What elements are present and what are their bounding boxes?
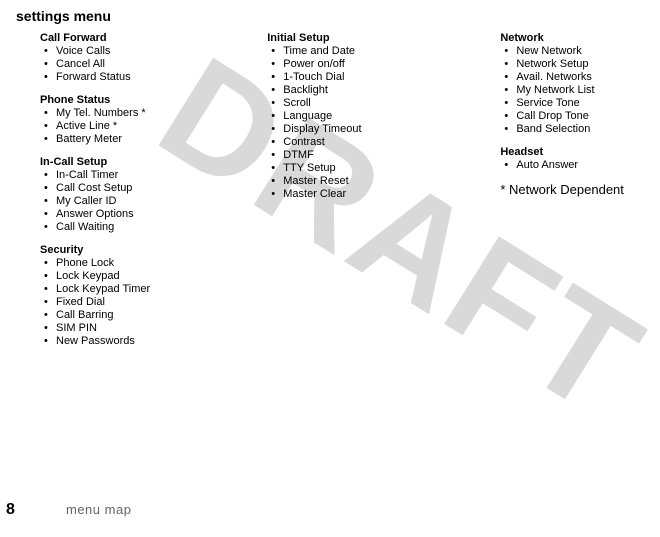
section-security: Security Phone Lock Lock Keypad Lock Key…	[40, 244, 267, 348]
list-item: Avail. Networks	[516, 71, 646, 84]
footnote: * Network Dependent	[500, 182, 646, 197]
footer-label: menu map	[66, 502, 131, 517]
section-headset: Headset Auto Answer	[500, 146, 646, 172]
section-initial-setup: Initial Setup Time and Date Power on/off…	[267, 32, 500, 201]
section-items: New Network Network Setup Avail. Network…	[500, 45, 646, 136]
list-item: Call Waiting	[56, 221, 267, 234]
list-item: Master Clear	[283, 188, 500, 201]
list-item: SIM PIN	[56, 322, 267, 335]
list-item: In-Call Timer	[56, 169, 267, 182]
list-item: Battery Meter	[56, 133, 267, 146]
list-item: Language	[283, 110, 500, 123]
section-items: Time and Date Power on/off 1-Touch Dial …	[267, 45, 500, 201]
section-items: Phone Lock Lock Keypad Lock Keypad Timer…	[40, 257, 267, 348]
section-items: Auto Answer	[500, 159, 646, 172]
section-in-call-setup: In-Call Setup In-Call Timer Call Cost Se…	[40, 156, 267, 234]
section-items: In-Call Timer Call Cost Setup My Caller …	[40, 169, 267, 234]
column-1: Call Forward Voice Calls Cancel All Forw…	[14, 32, 267, 358]
list-item: Lock Keypad Timer	[56, 283, 267, 296]
list-item: My Caller ID	[56, 195, 267, 208]
list-item: TTY Setup	[283, 162, 500, 175]
section-title: Phone Status	[40, 94, 267, 106]
section-title: Initial Setup	[267, 32, 500, 44]
list-item: DTMF	[283, 149, 500, 162]
section-title: Headset	[500, 146, 646, 158]
list-item: My Tel. Numbers *	[56, 107, 267, 120]
list-item: Power on/off	[283, 58, 500, 71]
list-item: Network Setup	[516, 58, 646, 71]
list-item: New Network	[516, 45, 646, 58]
list-item: Active Line *	[56, 120, 267, 133]
list-item: Call Drop Tone	[516, 110, 646, 123]
page-content: settings menu Call Forward Voice Calls C…	[0, 0, 660, 537]
list-item: 1-Touch Dial	[283, 71, 500, 84]
list-item: Backlight	[283, 84, 500, 97]
section-items: My Tel. Numbers * Active Line * Battery …	[40, 107, 267, 146]
list-item: Master Reset	[283, 175, 500, 188]
section-title: Call Forward	[40, 32, 267, 44]
list-item: Call Barring	[56, 309, 267, 322]
list-item: Answer Options	[56, 208, 267, 221]
column-2: Initial Setup Time and Date Power on/off…	[267, 32, 500, 211]
list-item: Call Cost Setup	[56, 182, 267, 195]
list-item: Contrast	[283, 136, 500, 149]
section-call-forward: Call Forward Voice Calls Cancel All Forw…	[40, 32, 267, 84]
list-item: Fixed Dial	[56, 296, 267, 309]
list-item: My Network List	[516, 84, 646, 97]
section-title: Security	[40, 244, 267, 256]
column-3: Network New Network Network Setup Avail.…	[500, 32, 646, 197]
list-item: Time and Date	[283, 45, 500, 58]
list-item: Phone Lock	[56, 257, 267, 270]
list-item: Voice Calls	[56, 45, 267, 58]
page-number: 8	[6, 501, 66, 519]
page-title: settings menu	[16, 8, 646, 24]
section-title: Network	[500, 32, 646, 44]
list-item: Display Timeout	[283, 123, 500, 136]
section-network: Network New Network Network Setup Avail.…	[500, 32, 646, 136]
list-item: Service Tone	[516, 97, 646, 110]
list-item: Forward Status	[56, 71, 267, 84]
section-phone-status: Phone Status My Tel. Numbers * Active Li…	[40, 94, 267, 146]
list-item: New Passwords	[56, 335, 267, 348]
section-title: In-Call Setup	[40, 156, 267, 168]
list-item: Auto Answer	[516, 159, 646, 172]
list-item: Band Selection	[516, 123, 646, 136]
list-item: Scroll	[283, 97, 500, 110]
list-item: Cancel All	[56, 58, 267, 71]
page-footer: 8 menu map	[0, 501, 660, 519]
section-items: Voice Calls Cancel All Forward Status	[40, 45, 267, 84]
menu-columns: Call Forward Voice Calls Cancel All Forw…	[14, 32, 646, 358]
list-item: Lock Keypad	[56, 270, 267, 283]
